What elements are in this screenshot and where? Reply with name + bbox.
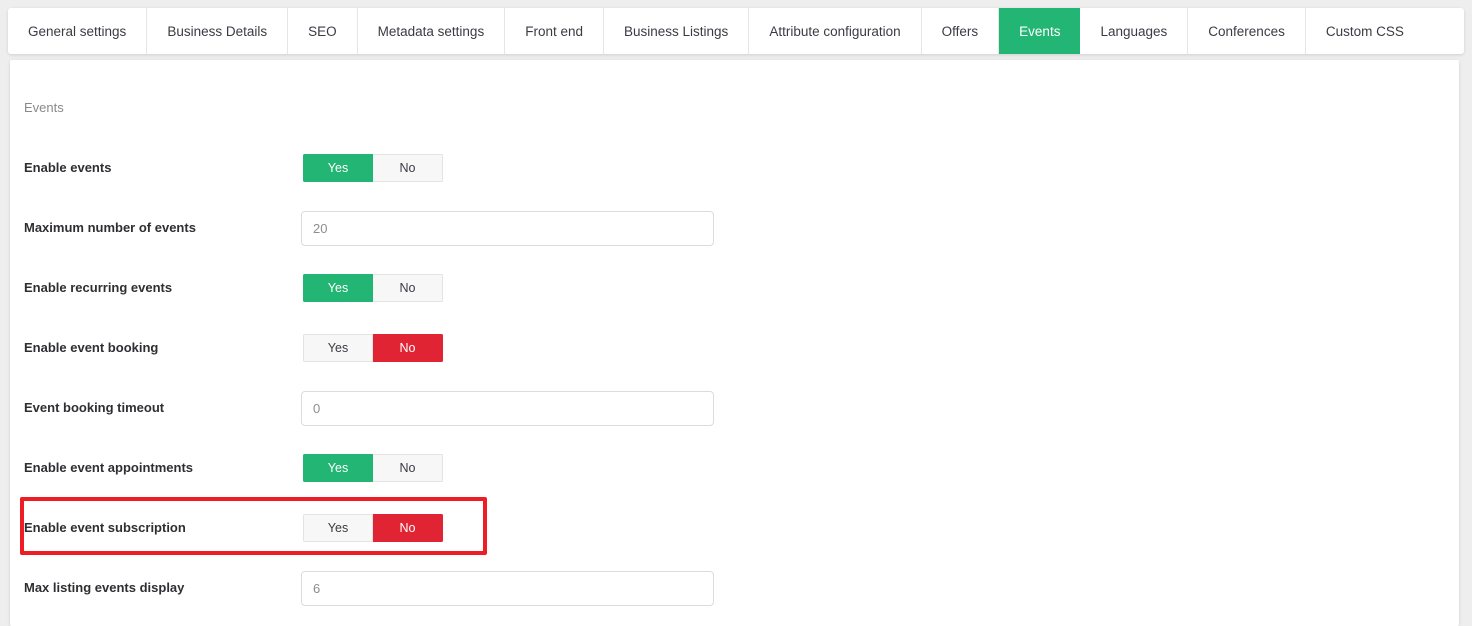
toggle-yes-enable-events[interactable]: Yes (303, 154, 373, 182)
tab-metadata-settings[interactable]: Metadata settings (357, 8, 506, 54)
tab-business-details[interactable]: Business Details (147, 8, 289, 54)
settings-form: Enable events Yes No Maximum number of even… (10, 138, 1459, 618)
form-row-maximum-number-of-events: Maximum number of events (10, 198, 1459, 258)
tab-events[interactable]: Events (999, 8, 1081, 54)
toggle-no-enable-events[interactable]: No (373, 154, 443, 182)
row-label-enable-event-booking: Enable event booking (24, 340, 159, 356)
events-settings-panel: Events Enable events Yes No Maximum number … (10, 60, 1459, 626)
settings-tab-bar: General settings Business Details SEO Metad… (8, 8, 1464, 54)
tab-offers[interactable]: Offers (921, 8, 1000, 54)
form-row-enable-event-subscription: Enable event subscription Yes No (10, 498, 1459, 558)
panel-heading: Events (24, 100, 64, 115)
toggle-no-enable-recurring-events[interactable]: No (373, 274, 443, 302)
toggle-no-enable-event-subscription[interactable]: No (373, 514, 443, 542)
tab-label: Languages (1100, 23, 1168, 39)
toggle-yes-enable-event-booking[interactable]: Yes (303, 334, 373, 362)
form-row-event-booking-timeout: Event booking timeout (10, 378, 1459, 438)
tab-label: Events (1019, 23, 1061, 39)
tab-attribute-configuration[interactable]: Attribute configuration (749, 8, 922, 54)
tab-custom-css[interactable]: Custom CSS (1305, 8, 1424, 54)
toggle-group-enable-event-booking: Yes No (303, 334, 443, 362)
toggle-yes-enable-recurring-events[interactable]: Yes (303, 274, 373, 302)
tab-seo[interactable]: SEO (288, 8, 358, 54)
row-label-maximum-number-of-events: Maximum number of events (24, 220, 196, 236)
toggle-no-enable-event-booking[interactable]: No (373, 334, 443, 362)
input-maximum-number-of-events[interactable] (301, 210, 714, 246)
tab-label: Custom CSS (1325, 23, 1404, 39)
tab-conferences[interactable]: Conferences (1188, 8, 1306, 54)
toggle-no-enable-event-appointments[interactable]: No (373, 454, 443, 482)
tab-label: Offers (941, 23, 979, 39)
tab-label: Conferences (1208, 23, 1285, 39)
toggle-group-enable-recurring-events: Yes No (303, 274, 443, 302)
toggle-group-enable-event-subscription: Yes No (303, 514, 443, 542)
tab-label: Business Listings (624, 23, 729, 39)
form-row-enable-event-booking: Enable event booking Yes No (10, 318, 1459, 378)
tab-label: Front end (525, 23, 583, 39)
tab-front-end[interactable]: Front end (505, 8, 604, 54)
form-row-enable-events: Enable events Yes No (10, 138, 1459, 198)
tab-general-settings[interactable]: General settings (8, 8, 148, 54)
row-label-enable-event-subscription: Enable event subscription (24, 520, 186, 536)
tab-label: SEO (308, 23, 337, 39)
input-max-listing-events-display[interactable] (301, 570, 714, 606)
row-label-enable-recurring-events: Enable recurring events (24, 280, 173, 296)
toggle-yes-enable-event-subscription[interactable]: Yes (303, 514, 373, 542)
tab-label: Attribute configuration (769, 23, 901, 39)
form-row-max-listing-events-display: Max listing events display (10, 558, 1459, 618)
tab-label: General settings (28, 23, 127, 39)
row-label-max-listing-events-display: Max listing events display (24, 580, 185, 596)
tab-business-listings[interactable]: Business Listings (604, 8, 750, 54)
toggle-yes-enable-event-appointments[interactable]: Yes (303, 454, 373, 482)
row-label-event-booking-timeout: Event booking timeout (24, 400, 165, 416)
tab-label: Business Details (167, 23, 268, 39)
tab-label: Metadata settings (377, 23, 485, 39)
form-row-enable-event-appointments: Enable event appointments Yes No (10, 438, 1459, 498)
row-label-enable-events: Enable events (24, 160, 112, 176)
toggle-group-enable-event-appointments: Yes No (303, 454, 443, 482)
form-row-enable-recurring-events: Enable recurring events Yes No (10, 258, 1459, 318)
tab-languages[interactable]: Languages (1080, 8, 1189, 54)
input-event-booking-timeout[interactable] (301, 390, 714, 426)
row-label-enable-event-appointments: Enable event appointments (24, 460, 194, 476)
toggle-group-enable-events: Yes No (303, 154, 443, 182)
